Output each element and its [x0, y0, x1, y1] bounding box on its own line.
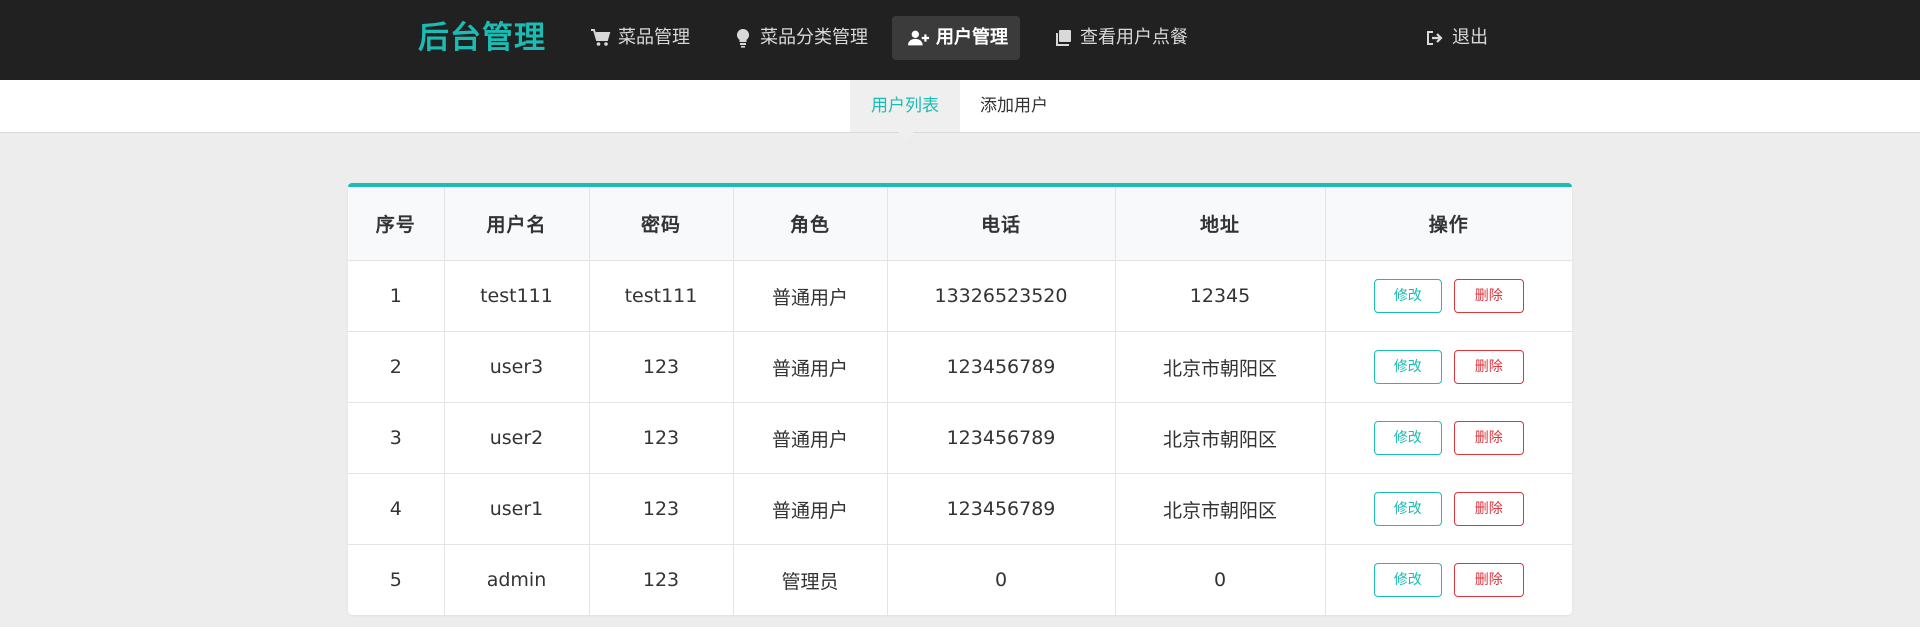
cell-role: 普通用户: [733, 331, 888, 403]
cell-phone: 123456789: [887, 402, 1116, 474]
copy-icon: [1052, 27, 1074, 49]
column-header-actions: 操作: [1325, 187, 1572, 261]
column-header-phone: 电话: [887, 187, 1116, 261]
lightbulb-icon: [732, 27, 754, 49]
edit-button[interactable]: 修改: [1373, 492, 1442, 526]
nav-dish-management[interactable]: 菜品管理: [574, 16, 706, 60]
tab-add-user[interactable]: 添加用户: [960, 80, 1068, 132]
cell-address: 北京市朝阳区: [1115, 402, 1326, 474]
cell-phone: 123456789: [887, 473, 1116, 545]
sign-out-icon: [1424, 27, 1446, 49]
logout-button[interactable]: 退出: [1408, 16, 1504, 60]
edit-button[interactable]: 修改: [1373, 279, 1442, 313]
cell-index: 1: [348, 260, 445, 332]
table-row: 5 admin 123 管理员 0 0 修改 删除: [348, 544, 1572, 615]
delete-button[interactable]: 删除: [1453, 563, 1524, 597]
cell-username: test111: [444, 260, 590, 332]
cell-actions: 修改 删除: [1325, 260, 1572, 332]
cell-role: 普通用户: [733, 402, 888, 474]
add-user-icon: [908, 27, 930, 49]
cell-username: user2: [444, 402, 590, 474]
cell-index: 5: [348, 544, 445, 615]
column-header-address: 地址: [1115, 187, 1326, 261]
cell-password: 123: [589, 402, 734, 474]
cell-address: 北京市朝阳区: [1115, 331, 1326, 403]
cell-role: 普通用户: [733, 260, 888, 332]
nav-label: 查看用户点餐: [1080, 27, 1188, 48]
top-navbar: 后台管理 菜品管理 菜品分类管理 用户管理 查看用户点餐 退出: [0, 0, 1920, 80]
nav-view-orders[interactable]: 查看用户点餐: [1036, 16, 1204, 60]
cell-phone: 0: [887, 544, 1116, 615]
tab-user-list[interactable]: 用户列表: [850, 80, 960, 132]
cell-password: 123: [589, 544, 734, 615]
nav-label: 菜品分类管理: [760, 27, 868, 48]
cell-password: test111: [589, 260, 734, 332]
cell-username: user3: [444, 331, 590, 403]
user-table-panel: 序号 用户名 密码 角色 电话 地址 操作 1 test111 test111 …: [348, 183, 1572, 615]
cell-username: admin: [444, 544, 590, 615]
brand-title[interactable]: 后台管理: [418, 0, 546, 76]
table-row: 2 user3 123 普通用户 123456789 北京市朝阳区 修改 删除: [348, 331, 1572, 403]
logout-label: 退出: [1452, 27, 1488, 48]
cell-index: 2: [348, 331, 445, 403]
delete-button[interactable]: 删除: [1453, 492, 1524, 526]
table-header-row: 序号 用户名 密码 角色 电话 地址 操作: [348, 187, 1572, 261]
cell-phone: 13326523520: [887, 260, 1116, 332]
nav-label: 菜品管理: [618, 27, 690, 48]
table-row: 4 user1 123 普通用户 123456789 北京市朝阳区 修改 删除: [348, 473, 1572, 545]
user-table: 序号 用户名 密码 角色 电话 地址 操作 1 test111 test111 …: [348, 187, 1572, 615]
edit-button[interactable]: 修改: [1373, 563, 1442, 597]
cell-actions: 修改 删除: [1325, 331, 1572, 403]
cell-username: user1: [444, 473, 590, 545]
table-row: 1 test111 test111 普通用户 13326523520 12345…: [348, 260, 1572, 332]
active-tab-caret: [896, 130, 916, 140]
nav-user-management[interactable]: 用户管理: [892, 16, 1020, 60]
nav-label: 用户管理: [936, 27, 1008, 48]
cell-address: 北京市朝阳区: [1115, 473, 1326, 545]
delete-button[interactable]: 删除: [1453, 421, 1524, 455]
edit-button[interactable]: 修改: [1373, 421, 1442, 455]
column-header-password: 密码: [589, 187, 734, 261]
cell-phone: 123456789: [887, 331, 1116, 403]
cell-address: 0: [1115, 544, 1326, 615]
cell-password: 123: [589, 473, 734, 545]
cart-icon: [590, 27, 612, 49]
cell-password: 123: [589, 331, 734, 403]
sub-navbar: 用户列表 添加用户: [0, 80, 1920, 133]
column-header-index: 序号: [348, 187, 445, 261]
cell-actions: 修改 删除: [1325, 544, 1572, 615]
column-header-username: 用户名: [444, 187, 590, 261]
table-row: 3 user2 123 普通用户 123456789 北京市朝阳区 修改 删除: [348, 402, 1572, 474]
cell-role: 普通用户: [733, 473, 888, 545]
cell-actions: 修改 删除: [1325, 402, 1572, 474]
cell-index: 3: [348, 402, 445, 474]
cell-actions: 修改 删除: [1325, 473, 1572, 545]
cell-role: 管理员: [733, 544, 888, 615]
nav-category-management[interactable]: 菜品分类管理: [716, 16, 884, 60]
delete-button[interactable]: 删除: [1453, 279, 1524, 313]
delete-button[interactable]: 删除: [1453, 350, 1524, 384]
column-header-role: 角色: [733, 187, 888, 261]
edit-button[interactable]: 修改: [1373, 350, 1442, 384]
cell-address: 12345: [1115, 260, 1326, 332]
cell-index: 4: [348, 473, 445, 545]
